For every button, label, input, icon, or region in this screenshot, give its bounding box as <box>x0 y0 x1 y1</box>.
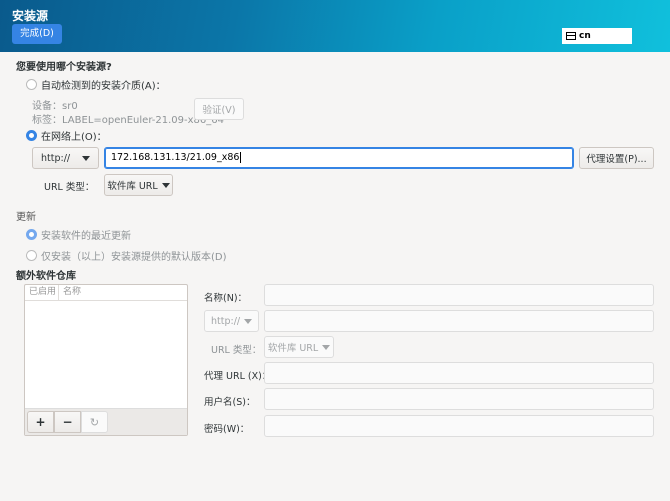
repos-heading: 额外软件仓库 <box>16 271 76 282</box>
repo-proxy-input[interactable] <box>264 362 654 384</box>
url-type-dropdown[interactable]: 软件库 URL <box>104 174 173 196</box>
chevron-down-icon <box>82 155 90 161</box>
repo-user-label: 用户名(S)： <box>204 397 256 408</box>
verify-button[interactable]: 验证(V) <box>194 98 244 120</box>
repo-url-type-label: URL 类型： <box>211 345 262 356</box>
updates-heading: 更新 <box>16 212 36 223</box>
url-type-label: URL 类型： <box>44 182 95 193</box>
latest-updates-label: 安装软件的最近更新 <box>41 231 131 242</box>
done-button[interactable]: 完成(D) <box>12 24 62 44</box>
chevron-down-icon <box>244 318 253 324</box>
radio-icon <box>26 79 37 90</box>
repo-protocol-dropdown[interactable]: http:// <box>204 310 259 332</box>
refresh-repo-button[interactable]: ↻ <box>81 411 108 433</box>
repo-password-label: 密码(W)： <box>204 424 250 435</box>
repo-password-input[interactable] <box>264 415 654 437</box>
keyboard-layout-indicator[interactable]: cn <box>562 28 632 44</box>
protocol-value: http:// <box>41 152 71 164</box>
repo-name-label: 名称(N)： <box>204 293 248 304</box>
keyboard-icon <box>566 32 576 40</box>
url-value: 172.168.131.13/21.09_x86 <box>111 152 240 163</box>
url-type-value: 软件库 URL <box>107 181 158 192</box>
repo-list-header: 已启用 名称 <box>25 285 187 301</box>
header-banner <box>0 0 670 52</box>
source-question: 您要使用哪个安装源? <box>16 62 112 73</box>
device-label: 设备：sr0 <box>32 101 78 112</box>
repo-url-type-value: 软件库 URL <box>267 343 319 354</box>
col-enabled[interactable]: 已启用 <box>25 285 59 300</box>
refresh-icon: ↻ <box>89 415 100 429</box>
default-version-label: 仅安装（以上）安装源提供的默认版本(D) <box>41 252 227 263</box>
protocol-dropdown[interactable]: http:// <box>32 147 99 169</box>
network-radio[interactable]: 在网络上(O)： <box>26 128 107 143</box>
repo-name-input[interactable] <box>264 284 654 306</box>
auto-detect-label: 自动检测到的安装介质(A)： <box>41 81 166 92</box>
auto-detect-radio[interactable]: 自动检测到的安装介质(A)： <box>26 77 166 92</box>
default-version-radio[interactable]: 仅安装（以上）安装源提供的默认版本(D) <box>26 248 227 263</box>
repo-user-input[interactable] <box>264 388 654 410</box>
page-title: 安装源 <box>12 9 49 23</box>
repo-url-type-dropdown[interactable]: 软件库 URL <box>264 336 334 358</box>
proxy-settings-button[interactable]: 代理设置(P)... <box>579 147 654 169</box>
repo-list[interactable]: 已启用 名称 + − ↻ <box>24 284 188 436</box>
url-input[interactable]: 172.168.131.13/21.09_x86 <box>104 147 574 169</box>
repo-protocol-value: http:// <box>211 315 241 327</box>
col-name[interactable]: 名称 <box>59 285 81 300</box>
repo-proxy-label: 代理 URL (X)： <box>204 371 272 382</box>
remove-repo-button[interactable]: − <box>54 411 81 433</box>
repo-url-input[interactable] <box>264 310 654 332</box>
repo-toolbar: + − ↻ <box>25 408 187 435</box>
keyboard-layout-label: cn <box>579 31 591 41</box>
radio-icon <box>26 250 37 261</box>
radio-icon <box>26 130 37 141</box>
latest-updates-radio[interactable]: 安装软件的最近更新 <box>26 227 131 242</box>
chevron-down-icon <box>161 182 170 188</box>
radio-icon <box>26 229 37 240</box>
chevron-down-icon <box>322 344 331 350</box>
add-repo-button[interactable]: + <box>27 411 54 433</box>
network-label: 在网络上(O)： <box>41 132 107 143</box>
